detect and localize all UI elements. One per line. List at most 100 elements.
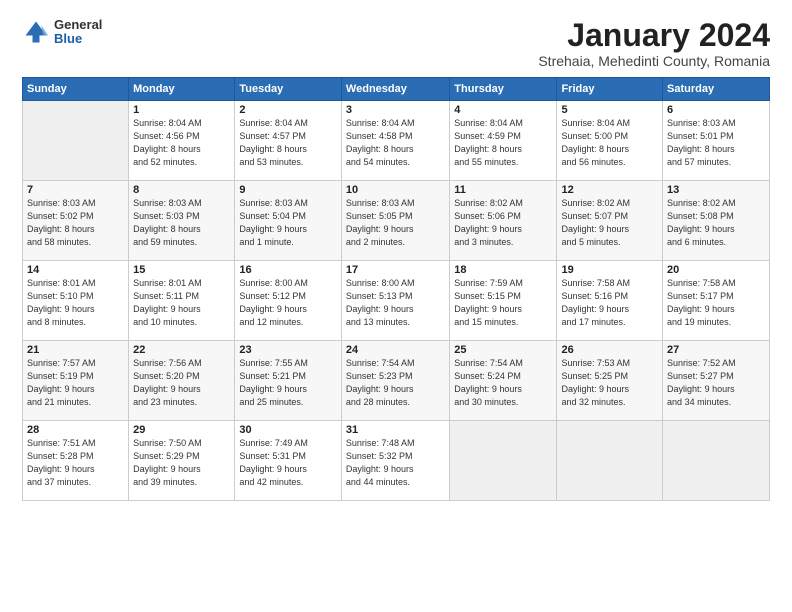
day-info: Sunrise: 8:04 AMSunset: 4:57 PMDaylight:… (239, 117, 337, 169)
day-number: 27 (667, 344, 765, 356)
table-row (450, 421, 557, 501)
day-info: Sunrise: 7:50 AMSunset: 5:29 PMDaylight:… (133, 437, 230, 489)
calendar-week-5: 28Sunrise: 7:51 AMSunset: 5:28 PMDayligh… (23, 421, 770, 501)
table-row (557, 421, 663, 501)
day-info: Sunrise: 8:03 AMSunset: 5:01 PMDaylight:… (667, 117, 765, 169)
day-info: Sunrise: 7:56 AMSunset: 5:20 PMDaylight:… (133, 357, 230, 409)
day-number: 17 (346, 264, 445, 276)
day-info: Sunrise: 8:01 AMSunset: 5:10 PMDaylight:… (27, 277, 124, 329)
day-number: 10 (346, 184, 445, 196)
table-row: 31Sunrise: 7:48 AMSunset: 5:32 PMDayligh… (341, 421, 449, 501)
calendar-week-2: 7Sunrise: 8:03 AMSunset: 5:02 PMDaylight… (23, 181, 770, 261)
calendar-week-4: 21Sunrise: 7:57 AMSunset: 5:19 PMDayligh… (23, 341, 770, 421)
day-number: 24 (346, 344, 445, 356)
day-info: Sunrise: 8:00 AMSunset: 5:13 PMDaylight:… (346, 277, 445, 329)
col-header-monday: Monday (129, 78, 235, 101)
day-info: Sunrise: 7:55 AMSunset: 5:21 PMDaylight:… (239, 357, 337, 409)
day-number: 25 (454, 344, 552, 356)
col-header-wednesday: Wednesday (341, 78, 449, 101)
table-row: 25Sunrise: 7:54 AMSunset: 5:24 PMDayligh… (450, 341, 557, 421)
day-info: Sunrise: 8:00 AMSunset: 5:12 PMDaylight:… (239, 277, 337, 329)
day-number: 7 (27, 184, 124, 196)
day-number: 26 (561, 344, 658, 356)
day-info: Sunrise: 8:04 AMSunset: 4:58 PMDaylight:… (346, 117, 445, 169)
table-row: 28Sunrise: 7:51 AMSunset: 5:28 PMDayligh… (23, 421, 129, 501)
table-row: 1Sunrise: 8:04 AMSunset: 4:56 PMDaylight… (129, 101, 235, 181)
day-info: Sunrise: 8:02 AMSunset: 5:07 PMDaylight:… (561, 197, 658, 249)
day-info: Sunrise: 8:04 AMSunset: 4:56 PMDaylight:… (133, 117, 230, 169)
col-header-thursday: Thursday (450, 78, 557, 101)
table-row: 2Sunrise: 8:04 AMSunset: 4:57 PMDaylight… (235, 101, 342, 181)
table-row: 11Sunrise: 8:02 AMSunset: 5:06 PMDayligh… (450, 181, 557, 261)
day-number: 30 (239, 424, 337, 436)
location-subtitle: Strehaia, Mehedinti County, Romania (538, 53, 770, 69)
calendar-header-row: Sunday Monday Tuesday Wednesday Thursday… (23, 78, 770, 101)
day-info: Sunrise: 8:03 AMSunset: 5:05 PMDaylight:… (346, 197, 445, 249)
table-row: 23Sunrise: 7:55 AMSunset: 5:21 PMDayligh… (235, 341, 342, 421)
table-row: 12Sunrise: 8:02 AMSunset: 5:07 PMDayligh… (557, 181, 663, 261)
day-number: 1 (133, 104, 230, 116)
calendar-week-3: 14Sunrise: 8:01 AMSunset: 5:10 PMDayligh… (23, 261, 770, 341)
col-header-saturday: Saturday (663, 78, 770, 101)
table-row: 9Sunrise: 8:03 AMSunset: 5:04 PMDaylight… (235, 181, 342, 261)
day-info: Sunrise: 8:02 AMSunset: 5:06 PMDaylight:… (454, 197, 552, 249)
table-row: 27Sunrise: 7:52 AMSunset: 5:27 PMDayligh… (663, 341, 770, 421)
day-info: Sunrise: 7:49 AMSunset: 5:31 PMDaylight:… (239, 437, 337, 489)
month-year-title: January 2024 (538, 18, 770, 53)
day-info: Sunrise: 8:01 AMSunset: 5:11 PMDaylight:… (133, 277, 230, 329)
logo-blue: Blue (54, 32, 102, 46)
table-row (663, 421, 770, 501)
calendar-table: Sunday Monday Tuesday Wednesday Thursday… (22, 77, 770, 501)
day-info: Sunrise: 8:04 AMSunset: 4:59 PMDaylight:… (454, 117, 552, 169)
table-row: 26Sunrise: 7:53 AMSunset: 5:25 PMDayligh… (557, 341, 663, 421)
day-number: 11 (454, 184, 552, 196)
day-number: 9 (239, 184, 337, 196)
day-info: Sunrise: 7:52 AMSunset: 5:27 PMDaylight:… (667, 357, 765, 409)
day-info: Sunrise: 8:03 AMSunset: 5:02 PMDaylight:… (27, 197, 124, 249)
table-row: 15Sunrise: 8:01 AMSunset: 5:11 PMDayligh… (129, 261, 235, 341)
table-row: 29Sunrise: 7:50 AMSunset: 5:29 PMDayligh… (129, 421, 235, 501)
table-row: 18Sunrise: 7:59 AMSunset: 5:15 PMDayligh… (450, 261, 557, 341)
day-number: 23 (239, 344, 337, 356)
day-info: Sunrise: 7:48 AMSunset: 5:32 PMDaylight:… (346, 437, 445, 489)
col-header-friday: Friday (557, 78, 663, 101)
col-header-tuesday: Tuesday (235, 78, 342, 101)
table-row: 22Sunrise: 7:56 AMSunset: 5:20 PMDayligh… (129, 341, 235, 421)
table-row: 4Sunrise: 8:04 AMSunset: 4:59 PMDaylight… (450, 101, 557, 181)
logo-text: General Blue (54, 18, 102, 47)
col-header-sunday: Sunday (23, 78, 129, 101)
table-row: 8Sunrise: 8:03 AMSunset: 5:03 PMDaylight… (129, 181, 235, 261)
logo-general: General (54, 18, 102, 32)
day-number: 3 (346, 104, 445, 116)
logo: General Blue (22, 18, 102, 47)
day-number: 18 (454, 264, 552, 276)
table-row: 21Sunrise: 7:57 AMSunset: 5:19 PMDayligh… (23, 341, 129, 421)
table-row: 5Sunrise: 8:04 AMSunset: 5:00 PMDaylight… (557, 101, 663, 181)
day-info: Sunrise: 7:58 AMSunset: 5:16 PMDaylight:… (561, 277, 658, 329)
day-info: Sunrise: 8:02 AMSunset: 5:08 PMDaylight:… (667, 197, 765, 249)
day-number: 16 (239, 264, 337, 276)
table-row: 10Sunrise: 8:03 AMSunset: 5:05 PMDayligh… (341, 181, 449, 261)
day-info: Sunrise: 7:54 AMSunset: 5:23 PMDaylight:… (346, 357, 445, 409)
table-row: 20Sunrise: 7:58 AMSunset: 5:17 PMDayligh… (663, 261, 770, 341)
day-number: 5 (561, 104, 658, 116)
day-number: 12 (561, 184, 658, 196)
table-row: 7Sunrise: 8:03 AMSunset: 5:02 PMDaylight… (23, 181, 129, 261)
calendar-week-1: 1Sunrise: 8:04 AMSunset: 4:56 PMDaylight… (23, 101, 770, 181)
day-number: 22 (133, 344, 230, 356)
header: General Blue January 2024 Strehaia, Mehe… (22, 18, 770, 69)
day-number: 8 (133, 184, 230, 196)
table-row: 3Sunrise: 8:04 AMSunset: 4:58 PMDaylight… (341, 101, 449, 181)
day-info: Sunrise: 7:59 AMSunset: 5:15 PMDaylight:… (454, 277, 552, 329)
day-info: Sunrise: 7:57 AMSunset: 5:19 PMDaylight:… (27, 357, 124, 409)
day-info: Sunrise: 8:03 AMSunset: 5:04 PMDaylight:… (239, 197, 337, 249)
table-row: 16Sunrise: 8:00 AMSunset: 5:12 PMDayligh… (235, 261, 342, 341)
day-number: 21 (27, 344, 124, 356)
day-number: 31 (346, 424, 445, 436)
day-info: Sunrise: 7:54 AMSunset: 5:24 PMDaylight:… (454, 357, 552, 409)
page: General Blue January 2024 Strehaia, Mehe… (0, 0, 792, 612)
day-number: 29 (133, 424, 230, 436)
day-number: 28 (27, 424, 124, 436)
day-number: 20 (667, 264, 765, 276)
day-number: 6 (667, 104, 765, 116)
